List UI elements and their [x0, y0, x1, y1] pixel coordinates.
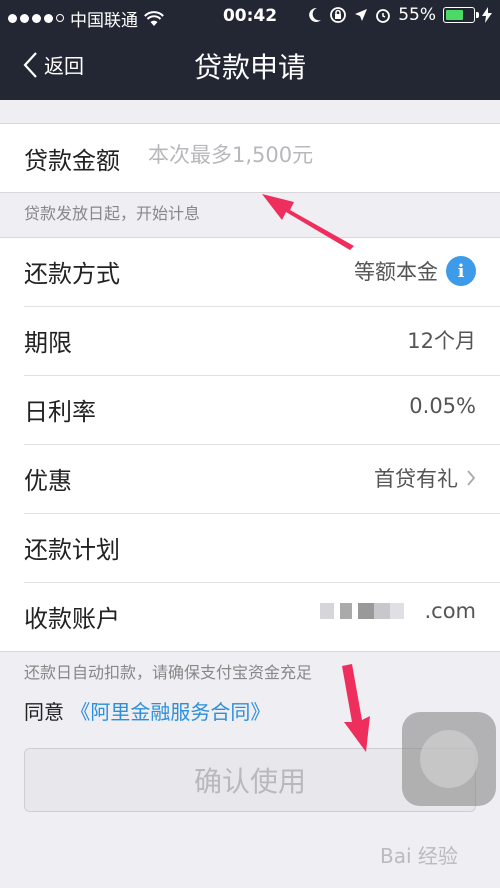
battery-percent: 55%	[398, 5, 436, 25]
account-label: 收款账户	[24, 605, 120, 633]
rotation-lock-icon	[330, 7, 347, 23]
term-row: 期限 12个月	[0, 307, 500, 375]
discount-row[interactable]: 优惠 首贷有礼	[0, 445, 500, 513]
loan-amount-row: 贷款金额	[0, 123, 500, 193]
account-value-wrap: .com	[320, 599, 476, 623]
agreement: 同意 《阿里金融服务合同》	[24, 696, 270, 725]
charging-icon	[482, 7, 492, 23]
rate-value: 0.05%	[409, 394, 476, 418]
rate-label: 日利率	[24, 398, 96, 426]
alarm-icon	[376, 9, 391, 23]
contract-link[interactable]: 《阿里金融服务合同》	[70, 700, 270, 724]
auto-debit-note: 还款日自动扣款，请确保支付宝资金充足	[24, 663, 313, 682]
redacted-account	[320, 603, 410, 619]
repay-method-value-wrap: 等额本金 i	[354, 256, 476, 286]
repay-method-label: 还款方式	[24, 260, 120, 288]
loan-amount-input[interactable]	[146, 142, 470, 168]
account-suffix: .com	[424, 599, 476, 623]
status-right: 55%	[308, 5, 492, 25]
location-icon	[355, 9, 368, 21]
repay-method-row: 还款方式 等额本金 i	[0, 238, 500, 306]
loan-detail-list: 还款方式 等额本金 i 期限 12个月 日利率 0.05% 优惠 首贷有礼 还款…	[0, 237, 500, 652]
page-title: 贷款申请	[193, 51, 306, 84]
interest-note: 贷款发放日起，开始计息	[24, 204, 201, 223]
repay-plan-row[interactable]: 还款计划	[0, 514, 500, 582]
rate-row: 日利率 0.05%	[0, 376, 500, 444]
repay-method-value: 等额本金	[354, 260, 438, 284]
discount-value: 首贷有礼	[374, 467, 458, 491]
watermark: Bai 经验	[380, 844, 458, 868]
discount-label: 优惠	[24, 467, 72, 495]
moon-icon	[309, 7, 322, 22]
battery-icon	[443, 7, 479, 23]
loan-amount-label: 贷款金额	[24, 147, 120, 175]
status-bar: 中国联通 00:42 55%	[0, 0, 500, 34]
info-icon[interactable]: i	[446, 256, 476, 286]
annotation-arrow-bottom	[342, 664, 370, 752]
assistive-touch-button[interactable]	[402, 712, 496, 806]
discount-value-wrap: 首贷有礼	[374, 463, 476, 493]
nav-bar: 返回 贷款申请	[0, 34, 500, 100]
account-row: 收款账户 .com	[0, 583, 500, 651]
chevron-right-icon	[467, 470, 476, 486]
term-label: 期限	[24, 329, 72, 357]
agreement-prefix: 同意	[24, 700, 64, 724]
term-value: 12个月	[407, 329, 476, 353]
repay-plan-label: 还款计划	[24, 536, 120, 564]
